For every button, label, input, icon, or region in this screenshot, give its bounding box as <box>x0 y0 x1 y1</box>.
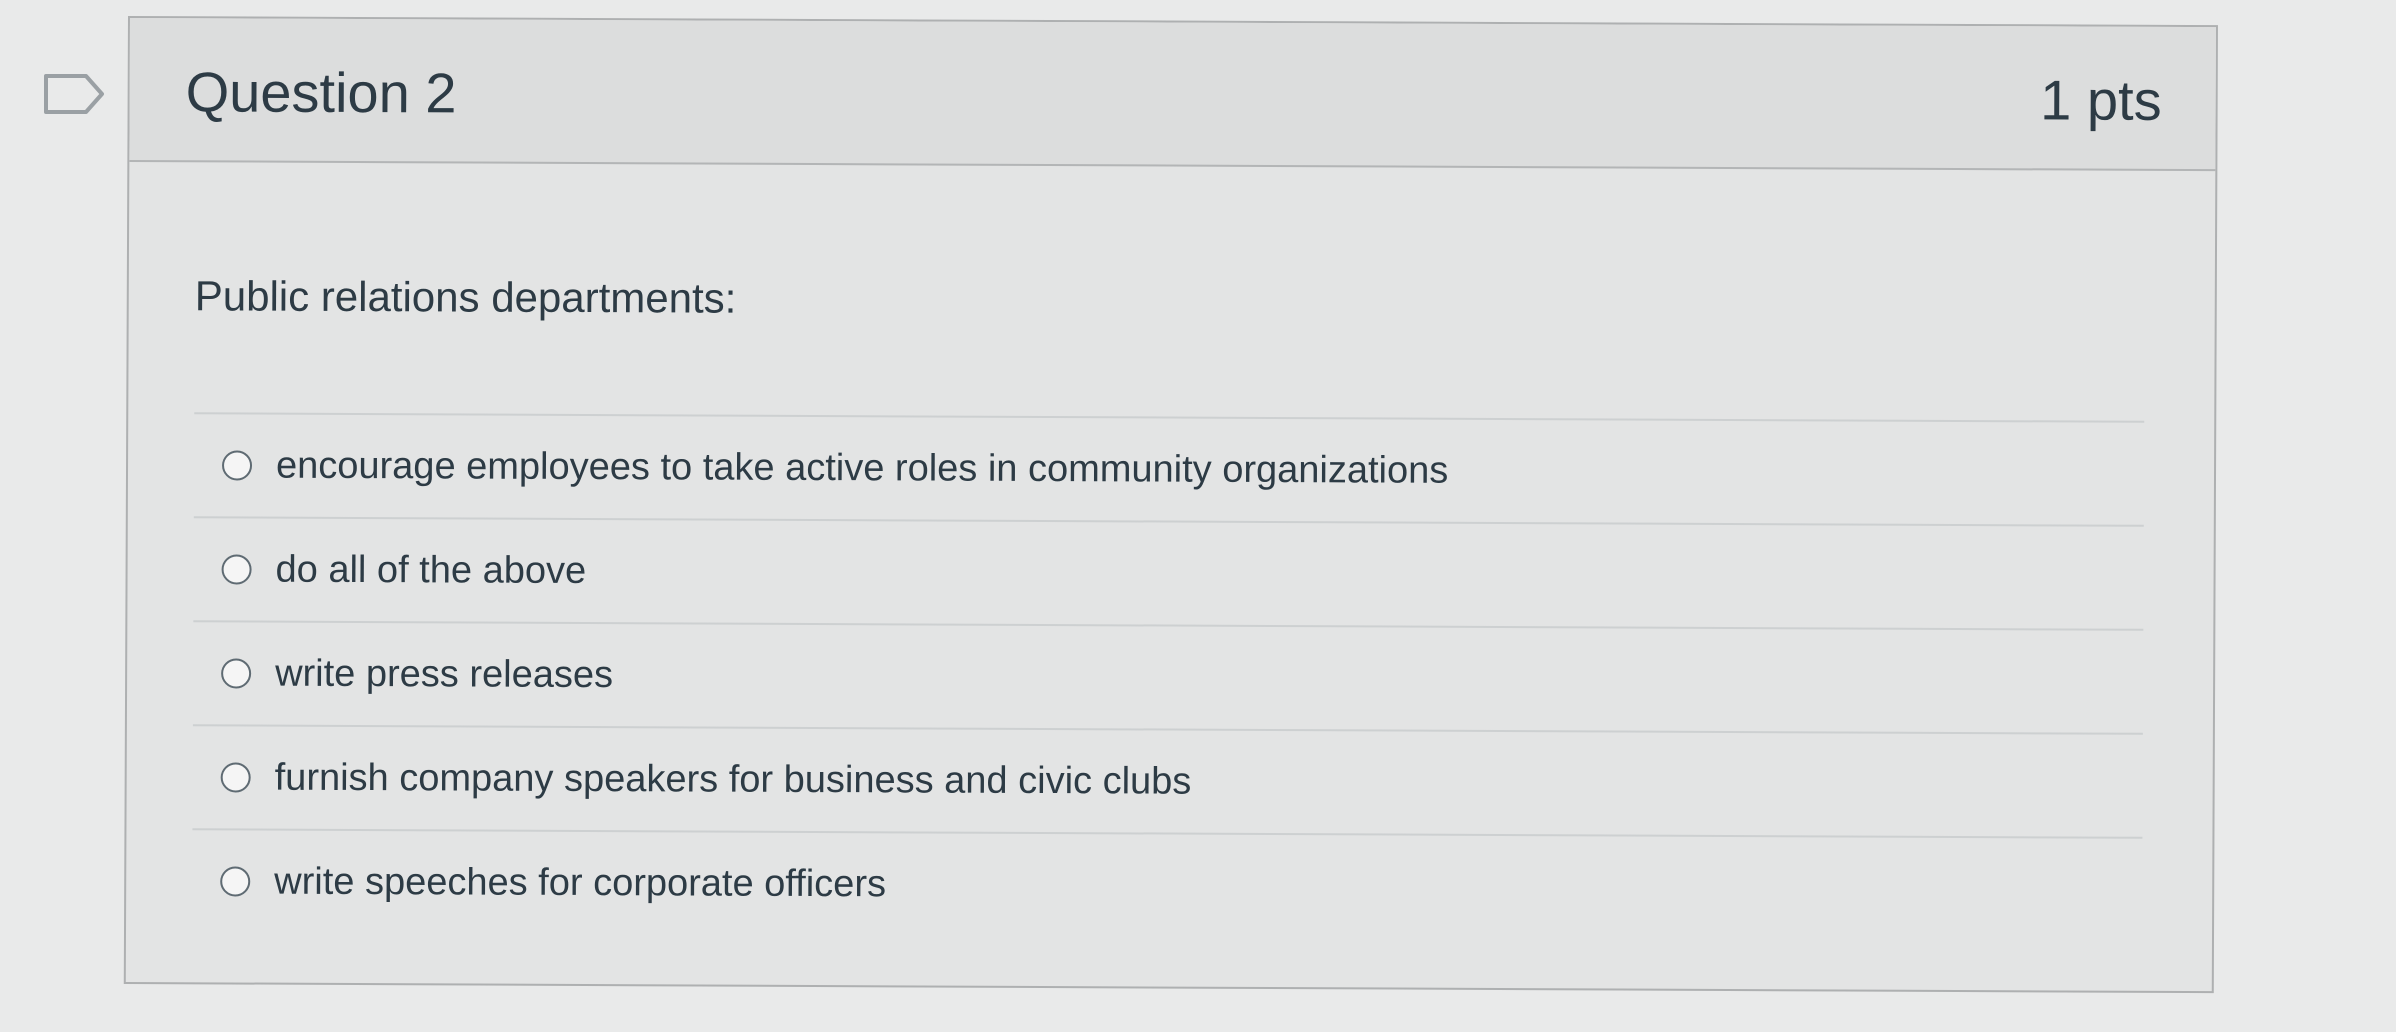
question-body: Public relations departments: encourage … <box>126 162 2216 991</box>
answer-label[interactable]: furnish company speakers for business an… <box>275 754 1192 806</box>
radio-button-icon[interactable] <box>221 554 252 585</box>
radio-button-icon[interactable] <box>221 450 253 481</box>
answer-option[interactable]: furnish company speakers for business an… <box>192 724 2143 837</box>
question-title: Question 2 <box>185 60 457 125</box>
answer-label[interactable]: encourage employees to take active roles… <box>276 442 1448 495</box>
answer-option[interactable]: do all of the above <box>193 516 2144 629</box>
question-header: Question 2 1 pts <box>129 18 2216 172</box>
radio-button-icon[interactable] <box>220 762 251 793</box>
answer-option[interactable]: write press releases <box>192 620 2144 733</box>
answer-label[interactable]: write speeches for corporate officers <box>274 858 886 909</box>
question-points: 1 pts <box>2040 68 2162 132</box>
answer-option[interactable]: encourage employees to take active roles… <box>193 412 2145 525</box>
flag-question-icon[interactable] <box>42 72 106 116</box>
answer-label[interactable]: write press releases <box>275 650 613 699</box>
radio-button-icon[interactable] <box>220 866 251 897</box>
answer-option[interactable]: write speeches for corporate officers <box>192 828 2143 941</box>
radio-button-icon[interactable] <box>221 658 252 689</box>
question-text: Public relations departments: <box>194 272 737 322</box>
question-card: Question 2 1 pts Public relations depart… <box>123 16 2218 994</box>
answer-list: encourage employees to take active roles… <box>192 412 2145 941</box>
answer-label[interactable]: do all of the above <box>275 546 586 595</box>
